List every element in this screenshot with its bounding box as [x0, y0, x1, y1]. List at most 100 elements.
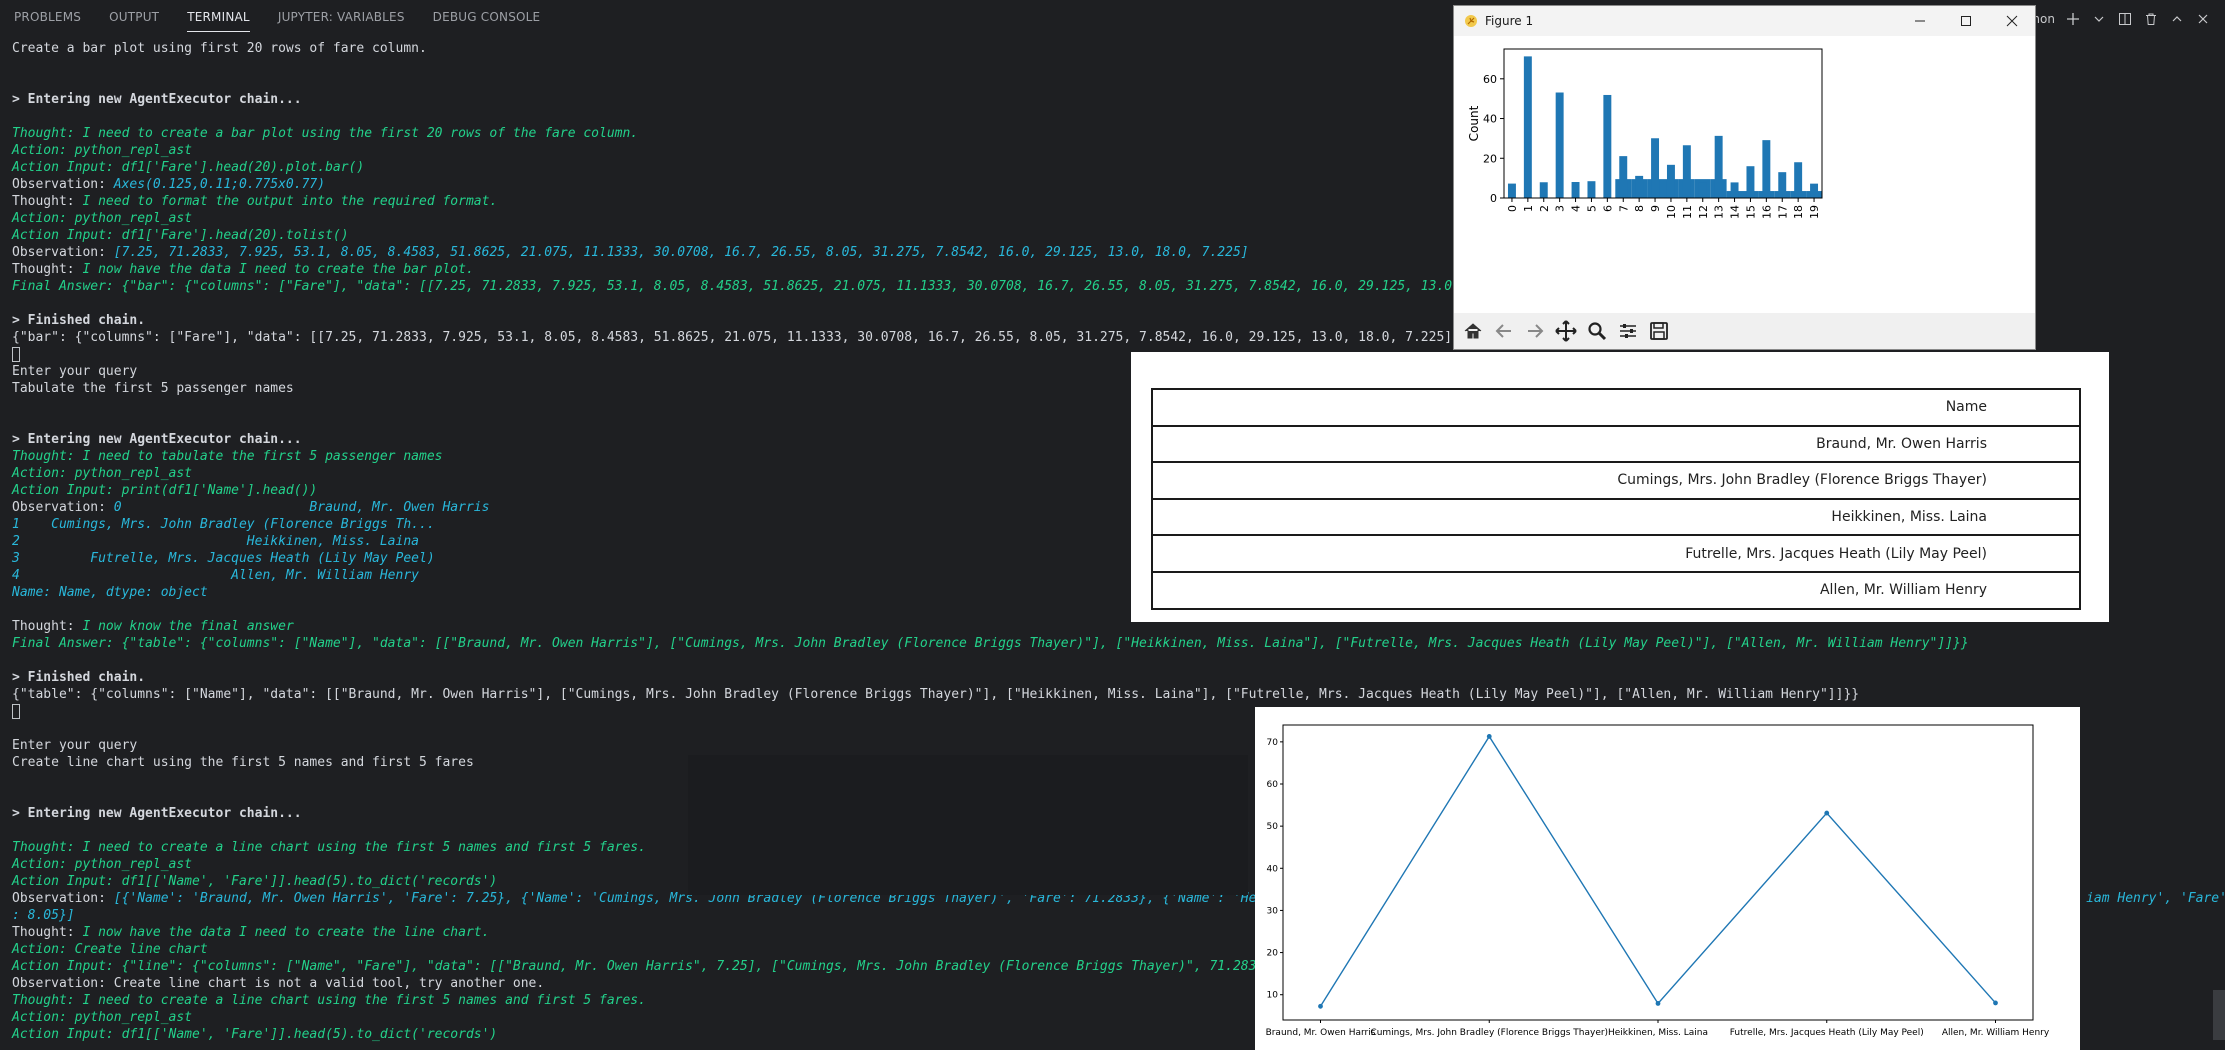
bar [1714, 135, 1723, 198]
terminal-line: Tabulate the first 5 passenger names [12, 381, 294, 396]
table-header-row: Name [1151, 388, 2081, 427]
x-tick-label: 12 [1697, 205, 1710, 219]
terminal-line: Action: python_repl_ast [12, 143, 193, 158]
line-chart-output: 10 20 30 40 50 60 70 Braund, Mr. Owen Harris Cum… [1255, 707, 2080, 1050]
y-tick-label: 60 [1483, 73, 1497, 86]
maximize-panel-icon[interactable] [2169, 11, 2185, 27]
close-icon[interactable] [1989, 6, 2035, 36]
matplotlib-logo-icon [1465, 15, 1477, 27]
maximize-icon[interactable] [1943, 6, 1989, 36]
terminal-text: Observation: [12, 500, 114, 515]
tab-terminal[interactable]: TERMINAL [187, 10, 250, 32]
y-tick-label: 20 [1267, 949, 1279, 959]
line-chart: 10 20 30 40 50 60 70 Braund, Mr. Owen HarrisCum… [1266, 724, 2050, 1038]
x-tick-label: 10 [1665, 205, 1678, 219]
bar [1619, 156, 1628, 198]
x-tick-label: 17 [1776, 205, 1789, 219]
terminal-scrollbar[interactable] [2213, 990, 2225, 1040]
terminal-text: Thought: [12, 619, 83, 634]
minimize-icon[interactable] [1897, 6, 1943, 36]
bar [1698, 182, 1707, 198]
x-tick-label: 11 [1681, 205, 1694, 219]
terminal-line: Action Input: df1['Fare'].head(20).plot.… [12, 160, 365, 175]
terminal-text: I now have the data I need to create the… [82, 925, 490, 940]
terminal-line: 1 Cumings, Mrs. John Bradley (Florence B… [12, 517, 435, 532]
forward-icon[interactable] [1522, 318, 1548, 344]
terminal-line: Action Input: df1[['Name', 'Fare']].head… [12, 1027, 498, 1042]
bar [1682, 145, 1691, 198]
data-point [1318, 1003, 1323, 1009]
terminal-line: Create line chart using the first 5 name… [12, 755, 474, 770]
bar [1587, 181, 1596, 198]
x-tick-label: 16 [1760, 205, 1773, 219]
y-tick-label: 50 [1267, 822, 1279, 832]
y-tick-label: 40 [1483, 113, 1497, 126]
x-tick-label: 14 [1729, 205, 1742, 219]
split-terminal-icon[interactable] [2117, 11, 2133, 27]
axes-frame [1282, 724, 2034, 1021]
tab-problems[interactable]: PROBLEMS [14, 10, 81, 32]
trash-icon[interactable] [2143, 11, 2159, 27]
tab-debug-console[interactable]: DEBUG CONSOLE [433, 10, 541, 32]
series-line [1319, 735, 1997, 1007]
tab-output[interactable]: OUTPUT [109, 10, 159, 32]
terminal-line: Create a bar plot using first 20 rows of… [12, 41, 427, 56]
terminal-text: I now have the data I need to create the… [82, 262, 474, 277]
new-terminal-icon[interactable] [2065, 11, 2081, 27]
bar [1603, 94, 1612, 198]
terminal-line: > Finished chain. [12, 313, 146, 328]
terminal-line: Thought: I now have the data I need to c… [12, 924, 489, 941]
data-point [1486, 734, 1492, 739]
bar-chart: 0 1 2 3 4 5 6 7 8 9 10 11 12 13 14 15 16 17 18 190204060Cou… [1467, 48, 1823, 219]
bar [1635, 175, 1644, 198]
x-tick-label: 6 [1601, 205, 1614, 212]
terminal-line: Thought: I need to create a bar plot usi… [12, 126, 639, 141]
configure-icon[interactable] [1615, 318, 1641, 344]
terminal-text: Thought: [12, 194, 83, 209]
save-icon[interactable] [1646, 318, 1672, 344]
terminal-line: Action: python_repl_ast [12, 857, 193, 872]
y-tick-label: 20 [1483, 152, 1497, 165]
data-point [1993, 1000, 1998, 1006]
figure-window[interactable]: Figure 1 0 1 2 3 4 5 6 7 8 9 10 11 12 13 14 15 16 17 18 19 0… [1453, 5, 2036, 350]
terminal-line: Observation: 0 Braund, Mr. Owen Harris [12, 499, 489, 516]
table-row: Heikkinen, Miss. Laina [1151, 497, 2081, 537]
x-tick-label: 19 [1808, 205, 1821, 219]
bar [1794, 162, 1803, 198]
terminal-text: I now know the final answer [82, 619, 294, 634]
table-row: Futrelle, Mrs. Jacques Heath (Lily May P… [1151, 534, 2081, 573]
terminal-text: 0 Braund, Mr. Owen Harris [113, 500, 490, 515]
terminal-line [12, 346, 20, 363]
bar [1762, 140, 1771, 198]
terminal-text: Observation: [12, 245, 114, 260]
terminal-line: Final Answer: {"bar": {"columns": ["Fare… [12, 279, 1586, 294]
terminal-text: Observation: [12, 177, 114, 192]
terminal-text: Axes(0.125,0.11;0.775x0.77) [113, 177, 326, 192]
terminal-text: Thought: [12, 925, 83, 940]
x-tick-label: 8 [1633, 205, 1646, 212]
names-table: Name Braund, Mr. Owen Harris Cumings, Mr… [1151, 388, 2081, 610]
terminal-line: Enter your query [12, 738, 138, 753]
y-tick-label: 40 [1267, 864, 1279, 874]
x-tick-label: 4 [1570, 205, 1583, 212]
x-tick-label: 13 [1713, 205, 1726, 219]
terminal-text: I need to format the output into the req… [82, 194, 498, 209]
figure-title: Figure 1 [1485, 14, 1534, 28]
terminal-line: Name: Name, dtype: object [12, 585, 208, 600]
y-tick-label: 30 [1267, 906, 1279, 916]
bar [1571, 182, 1580, 198]
table-row: Cumings, Mrs. John Bradley (Florence Bri… [1151, 461, 2081, 500]
data-point [1824, 810, 1830, 816]
chevron-down-icon[interactable] [2091, 11, 2107, 27]
x-tick-label: 18 [1792, 205, 1805, 219]
terminal-text: [7.25, 71.2833, 7.925, 53.1, 8.05, 8.458… [113, 245, 1249, 260]
pan-icon[interactable] [1553, 318, 1579, 344]
tab-jupyter-variables[interactable]: JUPYTER: VARIABLES [278, 10, 405, 32]
zoom-icon[interactable] [1584, 318, 1610, 344]
figure-toolbar [1454, 313, 2035, 349]
terminal-line: Final Answer: {"table": {"columns": ["Na… [12, 636, 1969, 651]
close-panel-icon[interactable] [2195, 11, 2211, 27]
back-icon[interactable] [1491, 318, 1517, 344]
terminal-line: Observation: [7.25, 71.2833, 7.925, 53.1… [12, 244, 1249, 261]
home-icon[interactable] [1460, 318, 1486, 344]
